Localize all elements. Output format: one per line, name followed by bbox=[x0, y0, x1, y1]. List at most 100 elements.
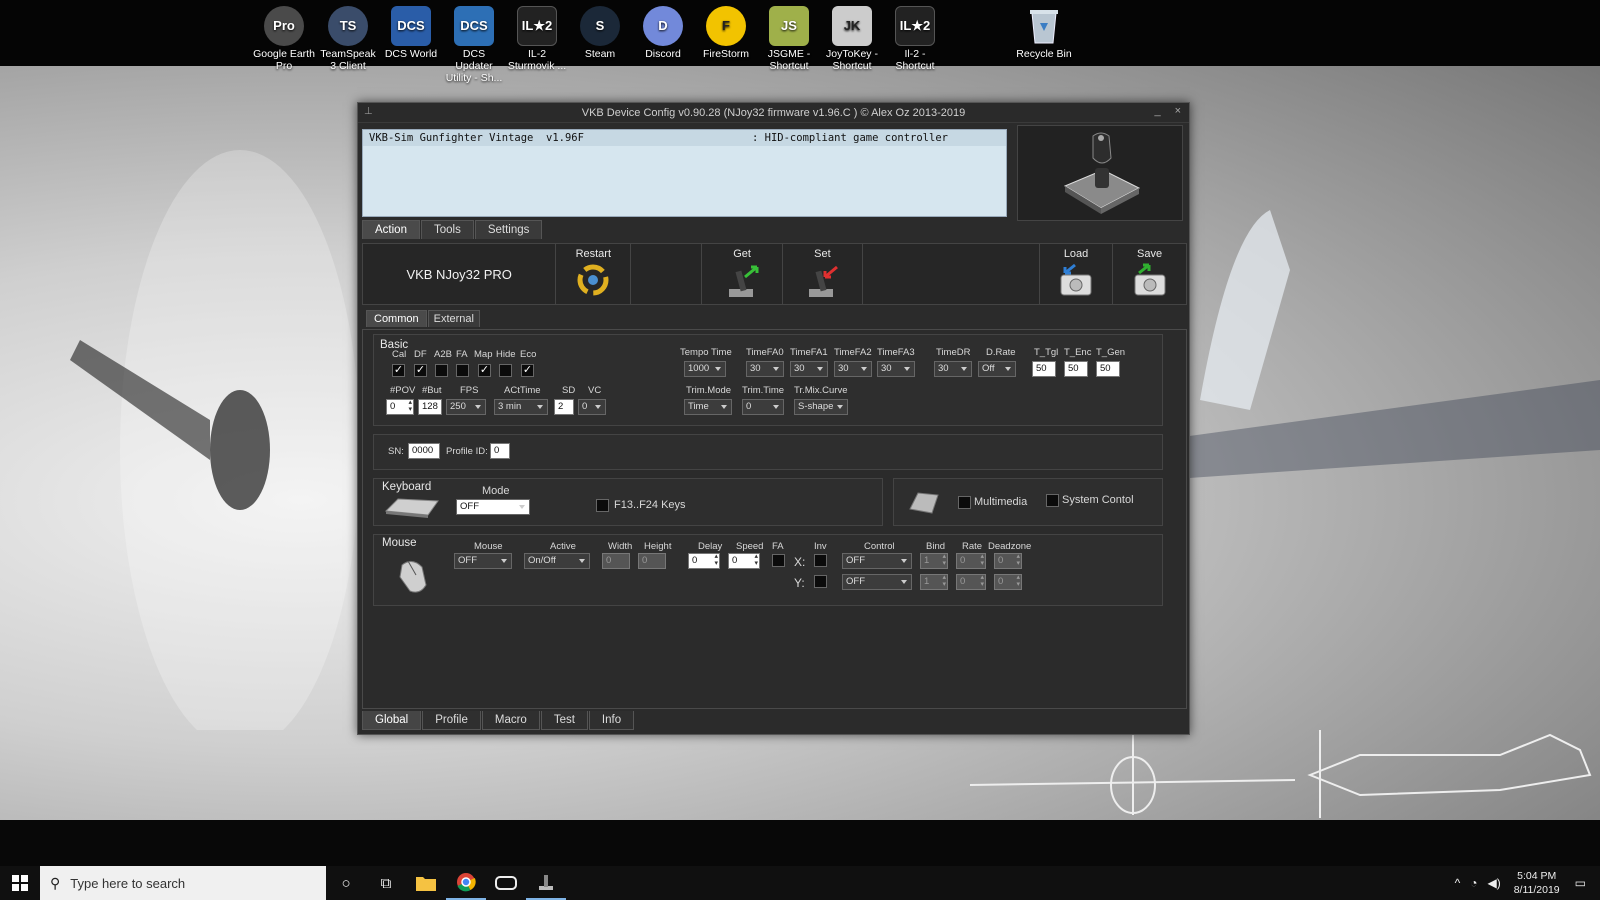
a2b-checkbox[interactable] bbox=[435, 364, 448, 377]
desktop-icon-teamspeak[interactable]: TS TeamSpeak 3 Client bbox=[317, 6, 379, 72]
deadzone-y-stepper[interactable]: 0 bbox=[994, 574, 1022, 590]
trim-mode-dropdown[interactable]: Time bbox=[684, 399, 732, 415]
tempo-time-dropdown[interactable]: 1000 bbox=[684, 361, 726, 377]
inv-y-checkbox[interactable] bbox=[814, 575, 827, 588]
system-control-checkbox[interactable] bbox=[1046, 494, 1059, 507]
rate-x-stepper[interactable]: 0 bbox=[956, 553, 986, 569]
tab-global[interactable]: Global bbox=[362, 711, 422, 730]
tab-tools[interactable]: Tools bbox=[420, 220, 474, 239]
pov-stepper[interactable]: 0 bbox=[386, 399, 414, 415]
timefa0-dropdown[interactable]: 30 bbox=[746, 361, 784, 377]
chrome-icon[interactable] bbox=[446, 866, 486, 900]
notification-icon[interactable]: ▭ bbox=[1575, 876, 1586, 890]
multimedia-checkbox[interactable] bbox=[958, 496, 971, 509]
system-tray: ^ ◔ ◀) 5:04 PM 8/11/2019 ▭ bbox=[1450, 866, 1600, 900]
fps-dropdown[interactable]: 250 bbox=[446, 399, 486, 415]
speed-stepper[interactable]: 0 bbox=[728, 553, 760, 569]
close-button[interactable]: × bbox=[1175, 105, 1181, 117]
rate-y-stepper[interactable]: 0 bbox=[956, 574, 986, 590]
sn-input[interactable]: 0000 bbox=[408, 443, 440, 459]
bind-x-stepper[interactable]: 1 bbox=[920, 553, 948, 569]
control-x-dropdown[interactable]: OFF bbox=[842, 553, 912, 569]
restart-button[interactable]: Restart bbox=[556, 244, 632, 304]
active-dropdown[interactable]: On/Off bbox=[524, 553, 590, 569]
airplane-sketch-front bbox=[970, 730, 1296, 815]
t-enc-input[interactable]: 50 bbox=[1064, 361, 1088, 377]
load-button[interactable]: Load bbox=[1040, 244, 1114, 304]
keyboard-mode-dropdown[interactable]: OFF bbox=[456, 499, 530, 515]
window-titlebar[interactable]: ⊥ VKB Device Config v0.90.28 (NJoy32 fir… bbox=[358, 103, 1189, 123]
desktop-icon-dcs-updater[interactable]: DCS DCS Updater Utility - Sh... bbox=[443, 6, 505, 84]
get-button[interactable]: Get bbox=[702, 244, 783, 304]
width-input[interactable]: 0 bbox=[602, 553, 630, 569]
taskbar-search-input[interactable]: ⚲ Type here to search bbox=[40, 866, 326, 900]
tab-info[interactable]: Info bbox=[588, 711, 635, 730]
vkb-config-taskbar-icon[interactable] bbox=[526, 866, 566, 900]
timedr-dropdown[interactable]: 30 bbox=[934, 361, 972, 377]
drate-dropdown[interactable]: Off bbox=[978, 361, 1016, 377]
trim-time-dropdown[interactable]: 0 bbox=[742, 399, 784, 415]
desktop-icon-jsgme[interactable]: JS JSGME - Shortcut bbox=[758, 6, 820, 72]
desktop-icon-dcs-world[interactable]: DCS DCS World bbox=[380, 6, 442, 60]
height-input[interactable]: 0 bbox=[638, 553, 666, 569]
tab-action[interactable]: Action bbox=[362, 220, 420, 239]
mix-curve-dropdown[interactable]: S-shape bbox=[794, 399, 848, 415]
control-y-dropdown[interactable]: OFF bbox=[842, 574, 912, 590]
inv-x-checkbox[interactable] bbox=[814, 554, 827, 567]
eco-checkbox[interactable]: ✓ bbox=[521, 364, 534, 377]
hide-checkbox[interactable] bbox=[499, 364, 512, 377]
set-button[interactable]: Set bbox=[783, 244, 864, 304]
df-checkbox[interactable]: ✓ bbox=[414, 364, 427, 377]
mouse-dropdown[interactable]: OFF bbox=[454, 553, 512, 569]
desktop-icon-steam[interactable]: S Steam bbox=[569, 6, 631, 60]
timefa1-dropdown[interactable]: 30 bbox=[790, 361, 828, 377]
fa-checkbox[interactable] bbox=[456, 364, 469, 377]
tab-common[interactable]: Common bbox=[366, 310, 427, 327]
desktop-icon-il2-shortcut[interactable]: IL★2 Il-2 - Shortcut bbox=[884, 6, 946, 72]
cal-checkbox[interactable]: ✓ bbox=[392, 364, 405, 377]
start-button[interactable] bbox=[0, 866, 40, 900]
inv-label: Inv bbox=[814, 541, 827, 552]
tab-settings[interactable]: Settings bbox=[474, 220, 543, 239]
tab-macro[interactable]: Macro bbox=[481, 711, 540, 730]
clock[interactable]: 5:04 PM 8/11/2019 bbox=[1514, 869, 1560, 897]
sn-label: SN: bbox=[388, 446, 404, 457]
file-explorer-icon[interactable] bbox=[406, 866, 446, 900]
task-view-icon[interactable]: ⧉ bbox=[366, 866, 406, 900]
device-list-row[interactable]: VKB-Sim Gunfighter Vintage v1.96F : HID-… bbox=[363, 130, 1006, 146]
desktop-icon-google-earth[interactable]: Pro Google Earth Pro bbox=[253, 6, 315, 72]
network-icon[interactable]: ◔ bbox=[1470, 876, 1477, 890]
chevron-up-icon[interactable]: ^ bbox=[1455, 876, 1461, 890]
deadzone-x-stepper[interactable]: 0 bbox=[994, 553, 1022, 569]
delay-stepper[interactable]: 0 bbox=[688, 553, 720, 569]
device-list[interactable]: VKB-Sim Gunfighter Vintage v1.96F : HID-… bbox=[362, 129, 1007, 217]
t-tgl-input[interactable]: 50 bbox=[1032, 361, 1056, 377]
mouse-fa-checkbox[interactable] bbox=[772, 554, 785, 567]
sd-input[interactable]: 2 bbox=[554, 399, 574, 415]
tab-external[interactable]: External bbox=[427, 310, 480, 327]
but-input[interactable]: 128 bbox=[418, 399, 442, 415]
desktop-icon-discord[interactable]: D Discord bbox=[632, 6, 694, 60]
save-button[interactable]: Save bbox=[1113, 244, 1186, 304]
desktop-icon-il2-sturmovik[interactable]: IL★2 IL-2 Sturmovik ... bbox=[506, 6, 568, 72]
tab-test[interactable]: Test bbox=[540, 711, 588, 730]
actime-dropdown[interactable]: 3 min bbox=[494, 399, 548, 415]
bind-y-stepper[interactable]: 1 bbox=[920, 574, 948, 590]
desktop-icon-firestorm[interactable]: F FireStorm bbox=[695, 6, 757, 60]
timefa3-dropdown[interactable]: 30 bbox=[877, 361, 915, 377]
desktop-icon-recycle-bin[interactable]: Recycle Bin bbox=[1013, 6, 1075, 60]
volume-icon[interactable]: ◀) bbox=[1487, 876, 1500, 890]
vc-dropdown[interactable]: 0 bbox=[578, 399, 606, 415]
set-joystick-icon bbox=[809, 265, 839, 297]
desktop-icon-joytokey[interactable]: JK JoyToKey - Shortcut bbox=[821, 6, 883, 72]
minimize-button[interactable]: _ bbox=[1154, 105, 1160, 117]
tab-profile[interactable]: Profile bbox=[422, 711, 481, 730]
map-checkbox[interactable]: ✓ bbox=[478, 364, 491, 377]
profile-id-input[interactable]: 0 bbox=[490, 443, 510, 459]
cortana-icon[interactable]: ○ bbox=[326, 866, 366, 900]
f13-f24-checkbox[interactable] bbox=[596, 499, 609, 512]
t-gen-input[interactable]: 50 bbox=[1096, 361, 1120, 377]
multimedia-label: Multimedia bbox=[974, 496, 1028, 508]
timefa2-dropdown[interactable]: 30 bbox=[834, 361, 872, 377]
vr-headset-icon[interactable] bbox=[486, 866, 526, 900]
